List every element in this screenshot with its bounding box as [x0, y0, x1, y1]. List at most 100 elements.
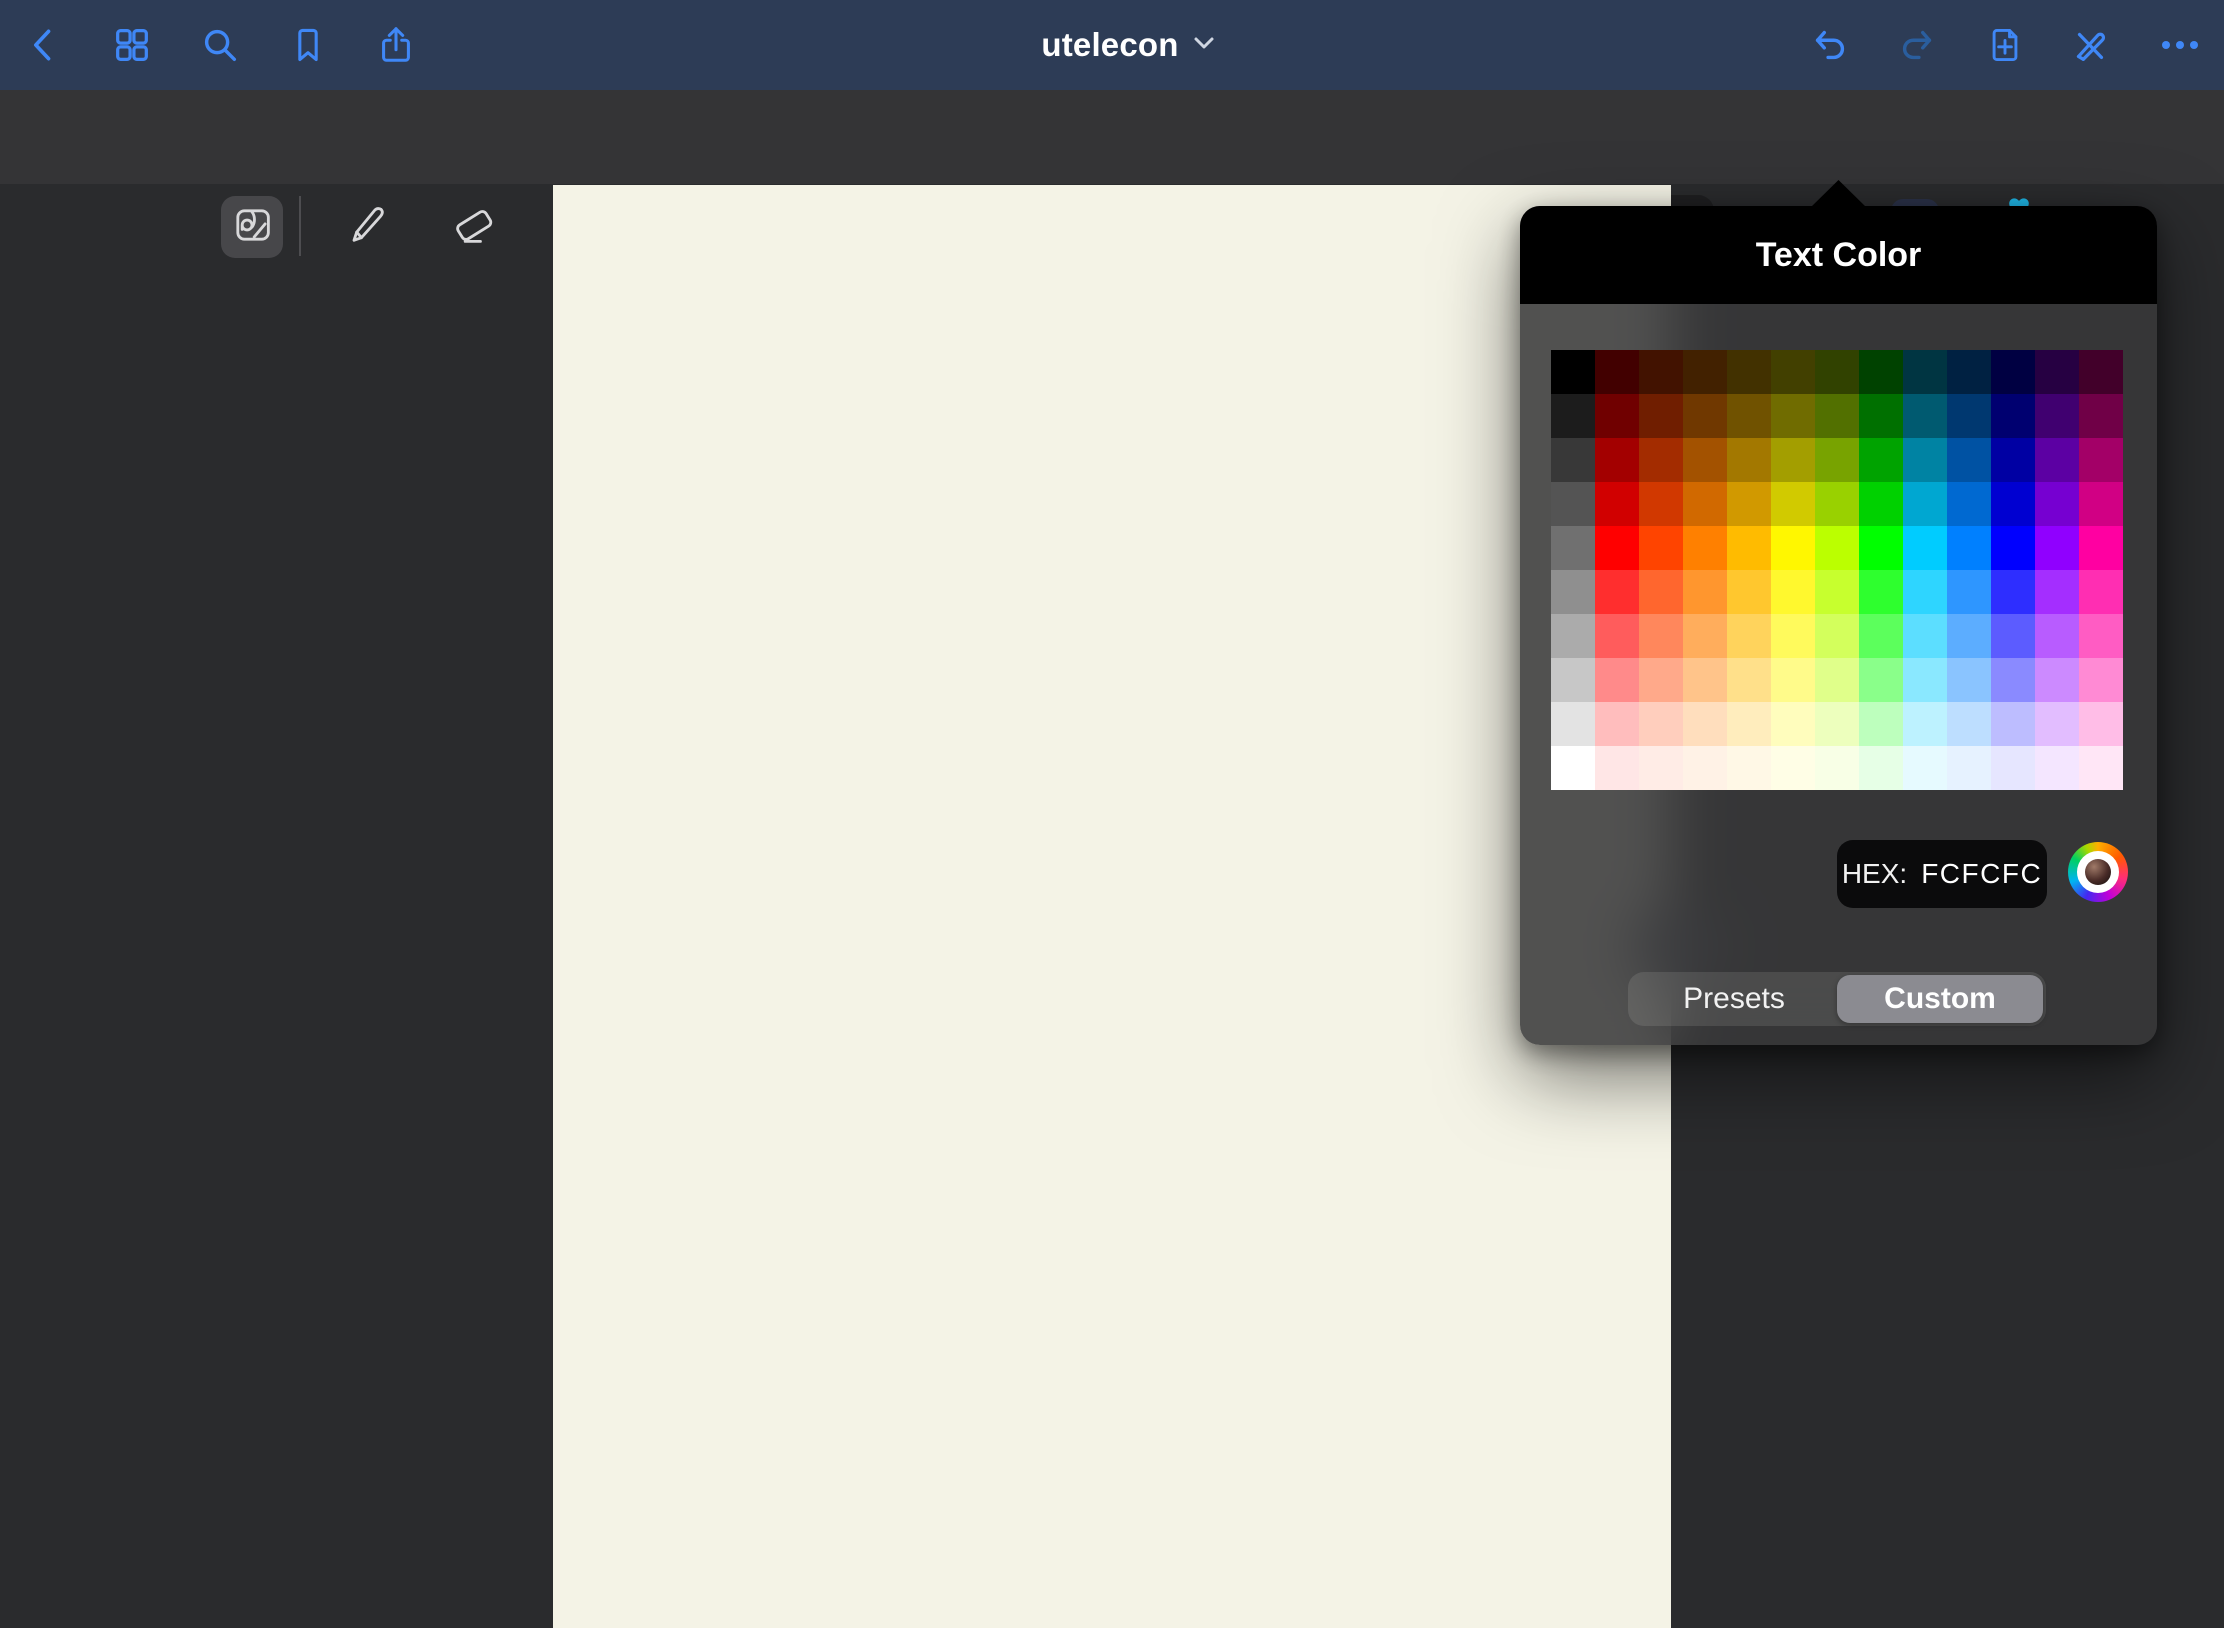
- stylus-disabled-button[interactable]: [2054, 0, 2126, 90]
- color-swatch[interactable]: [1815, 438, 1859, 482]
- color-swatch[interactable]: [1595, 570, 1639, 614]
- color-swatch[interactable]: [2035, 526, 2079, 570]
- color-swatch[interactable]: [1859, 526, 1903, 570]
- color-swatch[interactable]: [1683, 614, 1727, 658]
- color-swatch[interactable]: [1771, 658, 1815, 702]
- color-swatch[interactable]: [1815, 394, 1859, 438]
- redo-button[interactable]: [1881, 0, 1953, 90]
- color-swatch[interactable]: [2079, 482, 2123, 526]
- color-swatch[interactable]: [2079, 614, 2123, 658]
- add-page-button[interactable]: [1969, 0, 2041, 90]
- color-swatch[interactable]: [1727, 702, 1771, 746]
- color-swatch[interactable]: [1991, 746, 2035, 790]
- color-swatch[interactable]: [1683, 526, 1727, 570]
- color-swatch[interactable]: [1859, 350, 1903, 394]
- color-swatch[interactable]: [1991, 526, 2035, 570]
- color-swatch[interactable]: [1947, 526, 1991, 570]
- share-button[interactable]: [360, 0, 432, 90]
- color-swatch[interactable]: [1727, 482, 1771, 526]
- color-swatch[interactable]: [1551, 526, 1595, 570]
- tab-custom[interactable]: Custom: [1837, 975, 2043, 1023]
- color-swatch[interactable]: [1947, 702, 1991, 746]
- color-swatch[interactable]: [1727, 746, 1771, 790]
- color-swatch[interactable]: [1859, 482, 1903, 526]
- color-swatch[interactable]: [1595, 482, 1639, 526]
- color-swatch[interactable]: [1595, 438, 1639, 482]
- color-swatch[interactable]: [1639, 702, 1683, 746]
- color-swatch[interactable]: [1551, 702, 1595, 746]
- color-swatch[interactable]: [1639, 526, 1683, 570]
- color-swatch[interactable]: [1991, 438, 2035, 482]
- edit-mode-tool-button[interactable]: [221, 196, 283, 258]
- color-swatch[interactable]: [1683, 394, 1727, 438]
- color-swatch[interactable]: [1991, 570, 2035, 614]
- color-swatch[interactable]: [1639, 394, 1683, 438]
- color-swatch[interactable]: [1903, 394, 1947, 438]
- color-swatch[interactable]: [1947, 394, 1991, 438]
- pen-tool-button[interactable]: [335, 196, 397, 258]
- color-swatch[interactable]: [1815, 746, 1859, 790]
- color-swatch[interactable]: [1551, 394, 1595, 438]
- color-swatch[interactable]: [1815, 570, 1859, 614]
- undo-button[interactable]: [1794, 0, 1866, 90]
- color-swatch[interactable]: [1683, 746, 1727, 790]
- color-swatch[interactable]: [1683, 350, 1727, 394]
- color-swatch[interactable]: [1683, 438, 1727, 482]
- color-swatch[interactable]: [1639, 746, 1683, 790]
- color-swatch[interactable]: [1859, 438, 1903, 482]
- color-swatch[interactable]: [1947, 570, 1991, 614]
- color-swatch[interactable]: [1551, 350, 1595, 394]
- color-swatch[interactable]: [1903, 482, 1947, 526]
- more-button[interactable]: [2144, 0, 2216, 90]
- color-swatch[interactable]: [2079, 658, 2123, 702]
- color-swatch[interactable]: [2035, 570, 2079, 614]
- color-swatch[interactable]: [1727, 526, 1771, 570]
- color-swatch[interactable]: [1727, 658, 1771, 702]
- color-swatch[interactable]: [1639, 438, 1683, 482]
- color-swatch[interactable]: [1771, 570, 1815, 614]
- color-swatch[interactable]: [1595, 658, 1639, 702]
- color-swatch[interactable]: [1815, 614, 1859, 658]
- color-swatch[interactable]: [1639, 614, 1683, 658]
- color-swatch[interactable]: [1595, 394, 1639, 438]
- color-swatch[interactable]: [2035, 482, 2079, 526]
- color-swatch[interactable]: [1815, 350, 1859, 394]
- color-swatch[interactable]: [1903, 526, 1947, 570]
- color-swatch[interactable]: [1903, 350, 1947, 394]
- back-button[interactable]: [8, 0, 80, 90]
- color-swatch[interactable]: [1683, 482, 1727, 526]
- color-swatch[interactable]: [1551, 570, 1595, 614]
- hex-input[interactable]: HEX: FCFCFC: [1837, 840, 2047, 908]
- color-swatch[interactable]: [2079, 394, 2123, 438]
- color-swatch[interactable]: [2079, 438, 2123, 482]
- color-swatch[interactable]: [2035, 394, 2079, 438]
- color-swatch[interactable]: [2079, 526, 2123, 570]
- color-swatch[interactable]: [1683, 658, 1727, 702]
- color-swatch[interactable]: [1771, 526, 1815, 570]
- color-swatch[interactable]: [1947, 658, 1991, 702]
- color-swatch[interactable]: [1727, 614, 1771, 658]
- color-swatch[interactable]: [1639, 482, 1683, 526]
- color-swatch[interactable]: [1551, 658, 1595, 702]
- color-swatch[interactable]: [1727, 438, 1771, 482]
- color-swatch[interactable]: [2079, 350, 2123, 394]
- color-swatch[interactable]: [1771, 438, 1815, 482]
- color-swatch[interactable]: [1947, 350, 1991, 394]
- color-swatch[interactable]: [1903, 746, 1947, 790]
- color-swatch[interactable]: [1595, 746, 1639, 790]
- color-swatch[interactable]: [2079, 702, 2123, 746]
- color-swatch[interactable]: [2035, 658, 2079, 702]
- color-swatch[interactable]: [2035, 702, 2079, 746]
- color-swatch[interactable]: [1991, 394, 2035, 438]
- color-swatch[interactable]: [1859, 614, 1903, 658]
- color-swatch[interactable]: [1859, 570, 1903, 614]
- color-swatch[interactable]: [2079, 570, 2123, 614]
- search-button[interactable]: [184, 0, 256, 90]
- color-swatch[interactable]: [1727, 570, 1771, 614]
- color-swatch[interactable]: [1595, 614, 1639, 658]
- color-swatch[interactable]: [1551, 438, 1595, 482]
- color-swatch[interactable]: [1947, 438, 1991, 482]
- color-swatch[interactable]: [2035, 438, 2079, 482]
- color-swatch[interactable]: [1903, 570, 1947, 614]
- color-swatch[interactable]: [1771, 482, 1815, 526]
